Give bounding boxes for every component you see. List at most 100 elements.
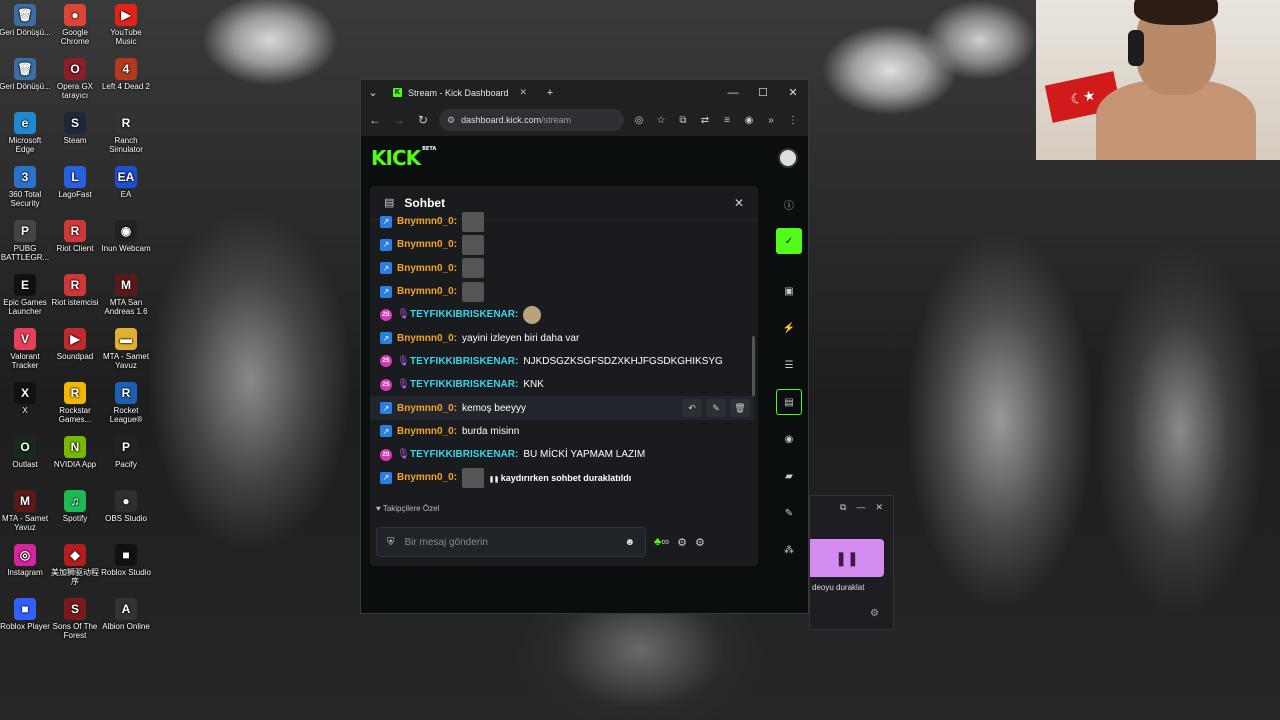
tab-kick-dashboard[interactable]: K Stream - Kick Dashboard ✕: [385, 80, 535, 105]
desktop-icon[interactable]: ▬ MTA - Samet Yavuz: [100, 328, 152, 370]
desktop-icon[interactable]: O Outlast: [0, 436, 51, 469]
chat-message[interactable]: 2S 🎙 TEYFIKKIBRISKENAR: NJKDSGZKSGFSDZXKHJF…: [380, 350, 758, 373]
desktop-icon[interactable]: O Opera GX tarayıcı: [49, 58, 101, 100]
chat-mod-settings-icon[interactable]: ⚙: [695, 536, 705, 549]
desktop-icon[interactable]: ♫ Spotify: [49, 490, 101, 523]
chat-message[interactable]: ↗ Bnymnn0_0:: [380, 210, 758, 233]
desktop-icon[interactable]: 4 Left 4 Dead 2: [100, 58, 152, 91]
desktop-icon[interactable]: A Albion Online: [100, 598, 152, 631]
chat-username[interactable]: Bnymnn0_0: [397, 426, 454, 437]
bookmark-star-icon[interactable]: ☆: [654, 115, 668, 126]
translate-icon[interactable]: ⇄: [698, 115, 712, 126]
chat-username[interactable]: Bnymnn0_0: [397, 286, 454, 297]
desktop-icon[interactable]: P Pacify: [100, 436, 152, 469]
chat-username[interactable]: Bnymnn0_0: [397, 263, 454, 274]
chat-rail-icon[interactable]: ▤: [776, 389, 802, 415]
desktop-icon[interactable]: L LagoFast: [49, 166, 101, 199]
chat-message[interactable]: 2S 🎙 TEYFIKKIBRISKENAR:: [380, 303, 758, 326]
desktop-icon[interactable]: 🗑 Geri Dönüşü...: [0, 4, 51, 37]
chat-message[interactable]: ↗ Bnymnn0_0:: [380, 280, 758, 303]
desktop-icon[interactable]: R Ranch Simulator: [100, 112, 152, 154]
checkmark-icon[interactable]: ✓: [776, 228, 802, 254]
desktop-icon[interactable]: S Sons Of The Forest: [49, 598, 101, 640]
desktop-icon[interactable]: ◎ Instagram: [0, 544, 51, 577]
reply-icon[interactable]: ↶: [682, 399, 702, 418]
desktop-icon[interactable]: 🗑 Geri Dönüşü...: [0, 58, 51, 91]
desktop-icon[interactable]: R Rocket League®: [100, 382, 152, 424]
close-window-button[interactable]: ✕: [778, 86, 808, 99]
chat-message[interactable]: ↗ Bnymnn0_0: burda misinn: [380, 420, 758, 443]
desktop-icon[interactable]: R Rockstar Games...: [49, 382, 101, 424]
site-info-icon[interactable]: ⚙: [447, 115, 455, 126]
desktop-icon[interactable]: ■ Roblox Studio: [100, 544, 152, 577]
info-icon[interactable]: ⓘ: [776, 191, 802, 217]
desktop-icon[interactable]: XX: [0, 382, 51, 415]
chat-message[interactable]: ↗ Bnymnn0_0: ❚❚ kaydırırken sohbet durakla…: [380, 466, 758, 489]
kick-emote-icon[interactable]: ♣∞: [654, 536, 669, 548]
emoji-icon[interactable]: ☻: [624, 537, 635, 548]
chat-username[interactable]: Bnymnn0_0: [397, 472, 454, 483]
chat-username[interactable]: Bnymnn0_0: [397, 333, 454, 344]
more-extensions-chevron-icon[interactable]: »: [764, 115, 778, 126]
desktop-icon[interactable]: N NVIDIA App: [49, 436, 101, 469]
desktop-icon[interactable]: ● Google Chrome: [49, 4, 101, 46]
chat-message-list[interactable]: ↗ Bnymnn0_0: ↗ Bnymnn0_0: ↗ Bnymnn0_0: ↗ Bnymnn…: [370, 210, 758, 490]
delete-icon[interactable]: 🗑: [730, 399, 750, 418]
gear-icon[interactable]: ⚙: [870, 608, 879, 619]
pin-icon[interactable]: ✎: [706, 399, 726, 418]
chat-message[interactable]: 2S 🎙 TEYFIKKIBRISKENAR: BU MİCKİ YAPMAM LAZ…: [380, 443, 758, 466]
pause-video-button[interactable]: ❚❚: [810, 539, 884, 577]
desktop-icon[interactable]: V Valorant Tracker: [0, 328, 51, 370]
apps-icon[interactable]: ⁂: [776, 537, 802, 563]
chat-scrollbar[interactable]: [752, 336, 755, 396]
wrench-icon[interactable]: ✎: [776, 500, 802, 526]
desktop-icon[interactable]: E Epic Games Launcher: [0, 274, 51, 316]
desktop-icon[interactable]: ■ Roblox Player: [0, 598, 51, 631]
chat-username[interactable]: Bnymnn0_0: [397, 216, 454, 227]
new-tab-button[interactable]: +: [535, 87, 565, 99]
record-icon[interactable]: ◉: [776, 426, 802, 452]
reload-icon[interactable]: ↻: [415, 113, 431, 127]
forward-arrow-icon[interactable]: →: [391, 113, 407, 127]
desktop-icon[interactable]: R Riot Client: [49, 220, 101, 253]
extension-circle-icon[interactable]: ◉: [742, 115, 756, 126]
chat-username[interactable]: Bnymnn0_0: [397, 403, 454, 414]
mini-player-pin-icon[interactable]: ⧉: [840, 502, 846, 513]
chat-username[interactable]: TEYFIKKIBRISKENAR: [410, 379, 515, 390]
desktop-icon[interactable]: P PUBG BATTLEGR...: [0, 220, 51, 262]
chat-message-input[interactable]: ⛨ Bir mesaj gönderin ☻: [376, 527, 646, 557]
chat-message[interactable]: ↗ Bnymnn0_0: kemoş beeyyy ↶ ✎ 🗑: [370, 396, 754, 420]
tab-close-icon[interactable]: ✕: [519, 87, 527, 98]
chat-close-button[interactable]: ✕: [734, 196, 744, 210]
list-icon[interactable]: ☰: [776, 352, 802, 378]
desktop-icon[interactable]: 3 360 Total Security: [0, 166, 51, 208]
desktop-icon[interactable]: EA EA: [100, 166, 152, 199]
chat-paused-notice[interactable]: ❚❚ kaydırırken sohbet duraklatıldı: [489, 473, 631, 483]
desktop-icon[interactable]: e Microsoft Edge: [0, 112, 51, 154]
media-controls-icon[interactable]: ≡: [720, 115, 734, 126]
chat-message[interactable]: ↗ Bnymnn0_0: yayini izleyen biri daha var: [380, 326, 758, 349]
chat-message[interactable]: ↗ Bnymnn0_0:: [380, 233, 758, 256]
chat-username[interactable]: TEYFIKKIBRISKENAR: [410, 356, 515, 367]
screen-cast-icon[interactable]: ◎: [632, 115, 646, 126]
clip-icon[interactable]: ▰: [776, 463, 802, 489]
chat-username[interactable]: Bnymnn0_0: [397, 239, 454, 250]
address-bar[interactable]: ⚙ dashboard.kick.com/stream: [439, 109, 624, 131]
desktop-icon[interactable]: ◆ 美加狮驱动程序: [49, 544, 101, 586]
desktop-icon[interactable]: ● OBS Studio: [100, 490, 152, 523]
kick-logo[interactable]: KICK BETA: [371, 146, 436, 170]
desktop-icon[interactable]: M MTA San Andreas 1.6: [100, 274, 152, 316]
desktop-icon[interactable]: S Steam: [49, 112, 101, 145]
tab-list-chevron-icon[interactable]: ⌄: [361, 86, 385, 99]
video-icon[interactable]: ▣: [776, 278, 802, 304]
chat-message[interactable]: ↗ Bnymnn0_0:: [380, 257, 758, 280]
desktop-icon[interactable]: R Riot istemcisi: [49, 274, 101, 307]
minimize-button[interactable]: —: [718, 87, 748, 99]
chat-message[interactable]: 2S 🎙 TEYFIKKIBRISKENAR: KNK: [380, 373, 758, 396]
desktop-icon[interactable]: M MTA - Samet Yavuz: [0, 490, 51, 532]
chat-username[interactable]: TEYFIKKIBRISKENAR: [410, 449, 515, 460]
back-arrow-icon[interactable]: ←: [367, 113, 383, 127]
mini-player-minimize-button[interactable]: —: [856, 502, 865, 512]
browser-menu-icon[interactable]: ⋮: [786, 115, 800, 126]
chat-settings-gear-icon[interactable]: ⚙: [677, 536, 687, 549]
